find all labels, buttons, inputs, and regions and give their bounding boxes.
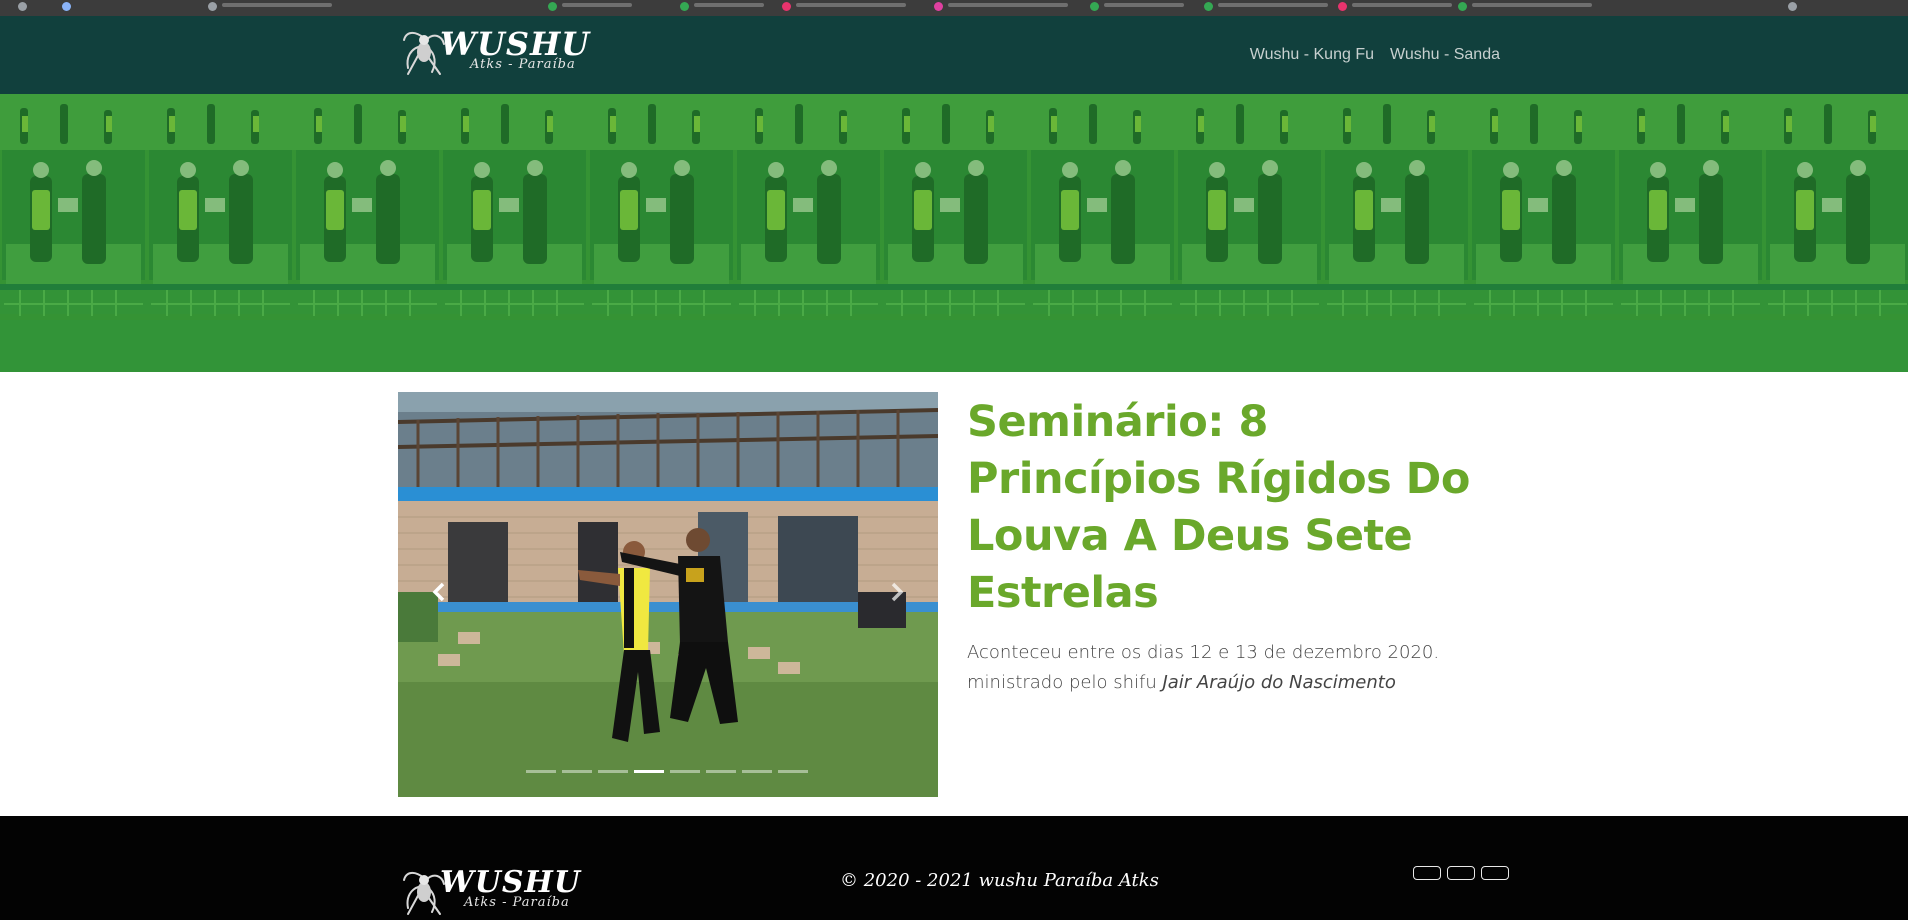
browser-bookmarks-bar (0, 0, 1908, 16)
copyright-text: © 2020 - 2021 wushu Paraíba Atks (840, 870, 1159, 891)
bookmark-label[interactable] (948, 3, 1068, 7)
bookmark-icon[interactable] (680, 2, 689, 11)
footer-logo-subtitle: Atks - Paraíba (464, 895, 570, 910)
bookmark-icon[interactable] (1788, 2, 1797, 11)
nav-link-kung-fu[interactable]: Wushu - Kung Fu (1250, 46, 1374, 64)
bookmark-label[interactable] (1472, 3, 1592, 7)
bookmark-icon[interactable] (1458, 2, 1467, 11)
bookmark-label[interactable] (1352, 3, 1452, 7)
carousel-slide-image (398, 392, 938, 797)
main-content: Seminário: 8 Princípios Rígidos Do Louva… (0, 372, 1908, 816)
carousel-indicator[interactable] (526, 770, 556, 773)
carousel-indicators (526, 770, 808, 773)
hero-banner (0, 94, 1908, 372)
site-footer: WUSHU Atks - Paraíba © 2020 - 2021 wushu… (0, 816, 1908, 920)
article-title: Seminário: 8 Princípios Rígidos Do Louva… (967, 397, 1470, 618)
social-button[interactable] (1413, 866, 1441, 880)
bookmark-icon[interactable] (62, 2, 71, 11)
carousel-indicator[interactable] (706, 770, 736, 773)
footer-logo-wordmark: WUSHU (440, 865, 582, 900)
bookmark-icon[interactable] (934, 2, 943, 11)
social-button[interactable] (1481, 866, 1509, 880)
bookmark-label[interactable] (694, 3, 764, 7)
carousel-indicator[interactable] (670, 770, 700, 773)
carousel-indicator[interactable] (778, 770, 808, 773)
bookmark-icon[interactable] (1338, 2, 1347, 11)
bookmark-icon[interactable] (1090, 2, 1099, 11)
footer-logo[interactable]: WUSHU Atks - Paraíba (400, 868, 581, 918)
social-button[interactable] (1447, 866, 1475, 880)
carousel-indicator-active[interactable] (634, 770, 664, 773)
nav-link-sanda[interactable]: Wushu - Sanda (1390, 46, 1500, 64)
bookmark-label[interactable] (562, 3, 632, 7)
carousel-indicator[interactable] (742, 770, 772, 773)
carousel-next-button[interactable] (882, 572, 912, 612)
main-nav: Wushu - Kung Fu Wushu - Sanda (1250, 46, 1500, 64)
site-logo[interactable]: WUSHU Atks - Paraíba (400, 28, 590, 78)
bookmark-label[interactable] (1104, 3, 1184, 7)
social-links (1413, 866, 1509, 880)
photo-carousel[interactable] (398, 392, 938, 797)
bookmark-label[interactable] (796, 3, 906, 7)
carousel-indicator[interactable] (562, 770, 592, 773)
hero-photo-collage (0, 94, 1908, 372)
chevron-left-icon (432, 582, 445, 602)
bookmark-icon[interactable] (548, 2, 557, 11)
article-body: Aconteceu entre os dias 12 e 13 de dezem… (967, 638, 1507, 698)
bookmark-icon[interactable] (782, 2, 791, 11)
bookmark-icon[interactable] (18, 2, 27, 11)
bookmark-icon[interactable] (1204, 2, 1213, 11)
logo-wordmark: WUSHU (440, 25, 591, 63)
bookmark-label[interactable] (222, 3, 332, 7)
site-navbar: WUSHU Atks - Paraíba Wushu - Kung Fu Wus… (0, 16, 1908, 94)
instructor-name: Jair Araújo do Nascimento (1162, 672, 1396, 693)
article: Seminário: 8 Princípios Rígidos Do Louva… (967, 394, 1507, 698)
logo-subtitle: Atks - Paraíba (470, 57, 576, 72)
chevron-right-icon (891, 582, 904, 602)
carousel-prev-button[interactable] (424, 572, 454, 612)
carousel-indicator[interactable] (598, 770, 628, 773)
bookmark-label[interactable] (1218, 3, 1328, 7)
bookmark-icon[interactable] (208, 2, 217, 11)
